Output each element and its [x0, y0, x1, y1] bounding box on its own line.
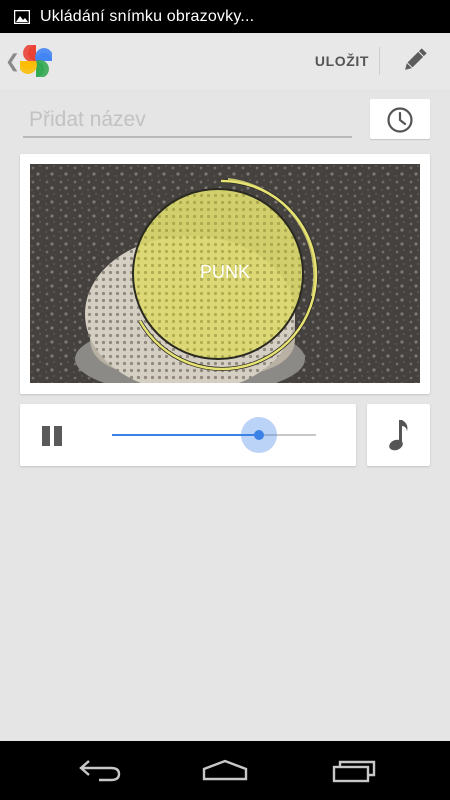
title-input[interactable] [23, 104, 352, 138]
action-bar: ❮ ULOŽIT [0, 33, 450, 89]
clock-icon [387, 107, 413, 133]
home-button[interactable] [180, 741, 270, 800]
video-preview[interactable]: PUNK [30, 164, 420, 383]
home-icon [202, 759, 248, 781]
back-icon [79, 760, 121, 782]
google-photos-pinwheel-icon [20, 45, 52, 77]
up-button[interactable]: ❮ [0, 33, 62, 89]
seek-thumb[interactable] [253, 430, 264, 440]
clock-button[interactable] [370, 99, 430, 139]
seek-bar[interactable] [112, 417, 316, 453]
pause-button[interactable] [34, 418, 70, 454]
notification-text: Ukládání snímku obrazovky... [40, 7, 255, 25]
player-controls [20, 404, 356, 466]
music-button[interactable] [367, 404, 430, 466]
recents-button[interactable] [310, 741, 400, 800]
edit-button[interactable] [390, 33, 442, 89]
navigation-bar [0, 741, 450, 800]
image-icon [14, 9, 30, 24]
action-bar-divider [379, 47, 380, 75]
seek-progress [112, 434, 259, 436]
recents-icon [332, 760, 376, 783]
app-screen: Ukládání snímku obrazovky... ❮ ULOŽIT Př… [0, 0, 450, 800]
status-bar: Ukládání snímku obrazovky... [0, 0, 450, 33]
save-button[interactable]: ULOŽIT [306, 33, 378, 89]
pencil-icon [405, 48, 427, 70]
music-note-icon [389, 420, 408, 451]
back-button[interactable] [55, 741, 145, 800]
theme-label: PUNK [199, 262, 250, 282]
preview-card: PUNK [20, 154, 430, 394]
